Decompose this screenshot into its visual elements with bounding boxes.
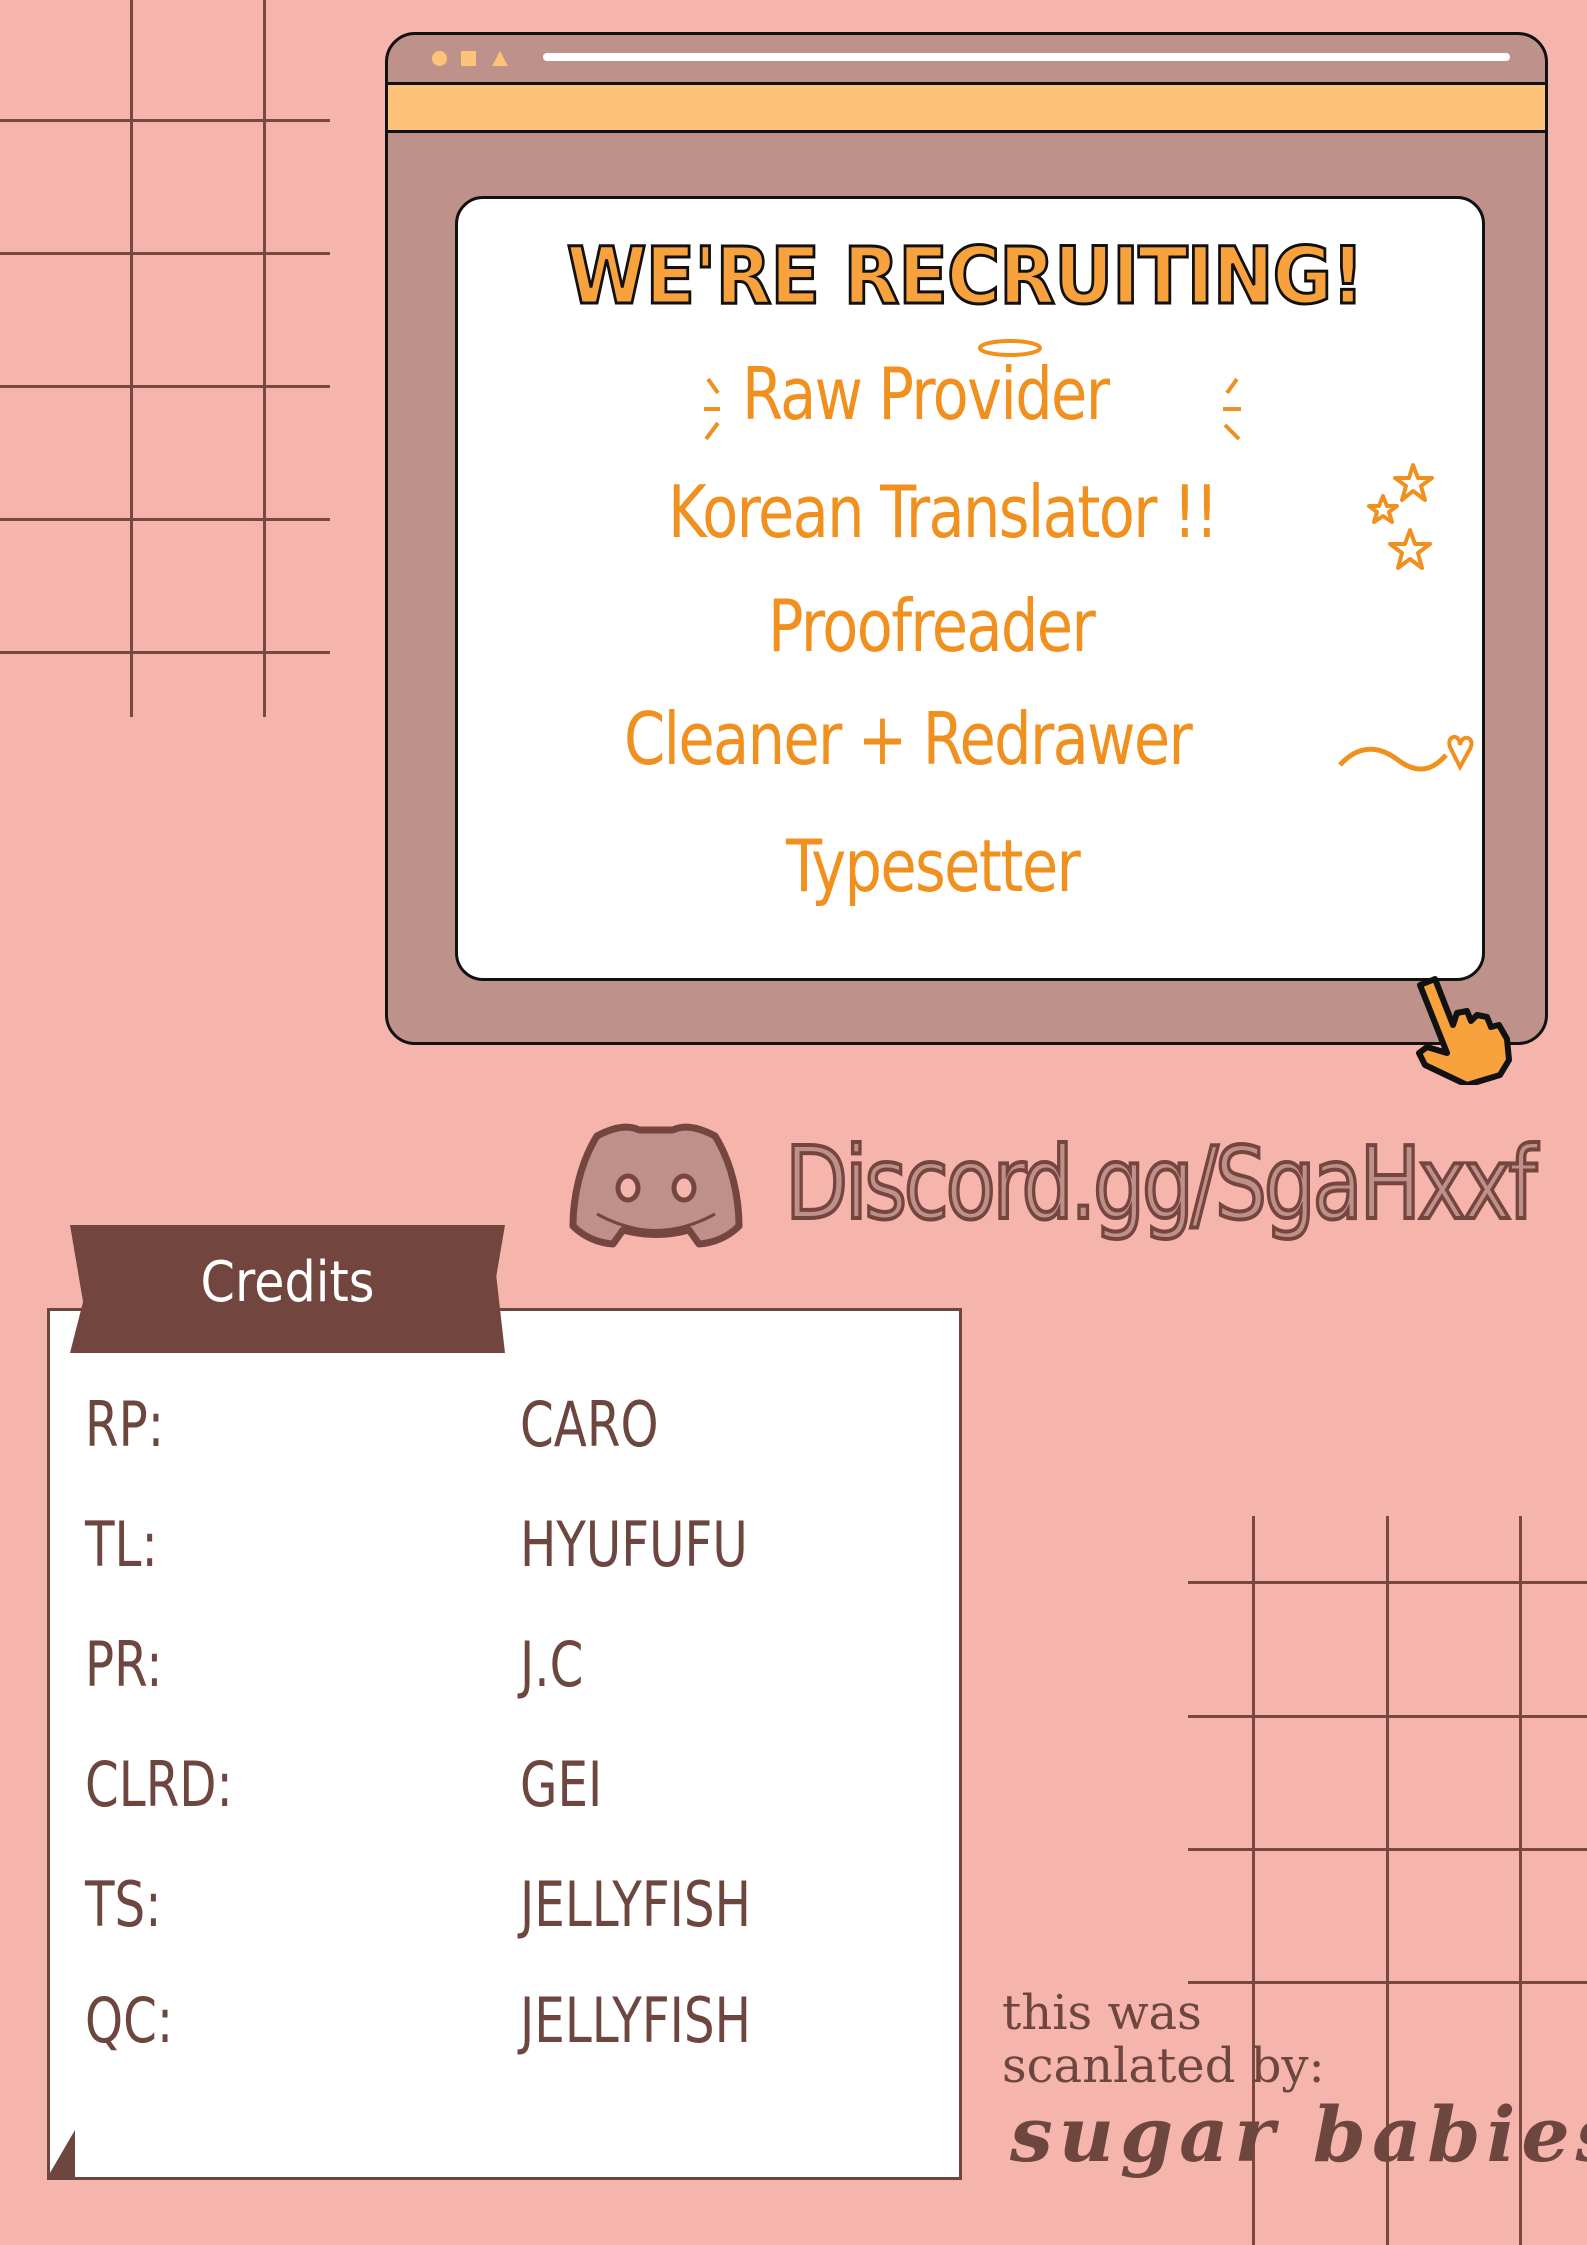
squiggle-heart-icon <box>1338 735 1474 772</box>
window-titlebar <box>388 35 1545 85</box>
credit-name: J.C <box>520 1628 584 1701</box>
credit-role: TS: <box>85 1868 162 1941</box>
credit-role: QC: <box>85 1984 174 2057</box>
credits-title: Credits <box>200 1250 375 1315</box>
stars-icon <box>1367 463 1434 570</box>
grid-line <box>0 252 330 255</box>
credit-name: JELLYFISH <box>520 1868 751 1941</box>
grid-line <box>1188 1715 1587 1718</box>
grid-line <box>263 0 266 717</box>
credit-name: GEI <box>520 1748 603 1821</box>
credit-role: PR: <box>85 1628 163 1701</box>
address-bar <box>543 53 1510 61</box>
triangle-icon <box>492 51 508 66</box>
circle-icon <box>432 51 447 66</box>
signature-line-1: this was <box>1002 1985 1202 2041</box>
grid-line <box>1188 1848 1587 1851</box>
grid-line <box>0 119 330 122</box>
grid-line <box>0 651 330 654</box>
role-proofreader: Proofreader <box>768 584 1096 668</box>
grid-line <box>130 0 133 717</box>
credit-role: RP: <box>85 1388 165 1461</box>
signature-line-2: scanlated by: <box>1002 2038 1325 2094</box>
discord-icon <box>569 1123 743 1248</box>
role-raw-provider: Raw Provider <box>742 352 1110 436</box>
credit-role: CLRD: <box>85 1748 233 1821</box>
credit-name: JELLYFISH <box>520 1984 751 2057</box>
credit-name: HYUFUFU <box>520 1508 748 1581</box>
credit-name: CARO <box>520 1388 659 1461</box>
role-korean-translator: Korean Translator !! <box>668 470 1219 554</box>
grid-line <box>0 385 330 388</box>
pointing-hand-icon <box>1416 976 1512 1085</box>
sparkle-right-icon <box>1223 377 1241 441</box>
credits-panel <box>47 1308 962 2180</box>
toolbar-strip <box>388 85 1545 133</box>
grid-line <box>1188 1581 1587 1584</box>
recruiting-title: WE'RE RECRUITING! <box>565 231 1366 324</box>
discord-invite-link[interactable]: Discord.gg/SgaHxxf <box>783 1123 1538 1244</box>
sparkle-left-icon <box>704 377 720 441</box>
credit-role: TL: <box>85 1508 158 1581</box>
grid-line <box>1188 1981 1587 1984</box>
grid-line <box>0 518 330 521</box>
square-icon <box>461 51 476 66</box>
role-cleaner-redrawer: Cleaner + Redrawer <box>624 697 1193 781</box>
role-typesetter: Typesetter <box>786 824 1081 908</box>
page-fold-corner <box>47 2130 75 2178</box>
group-name: sugar babies <box>1010 2090 1587 2179</box>
